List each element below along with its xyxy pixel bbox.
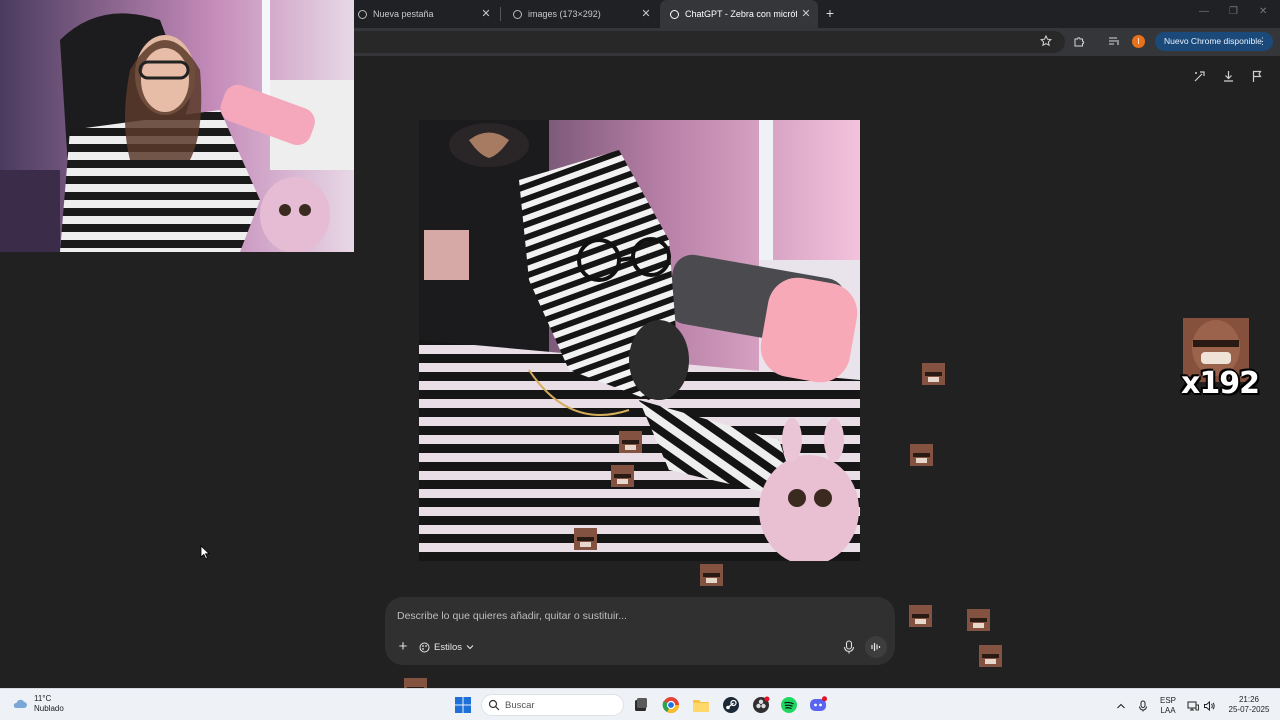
clock-date: 25-07-2025 [1228,704,1270,714]
download-icon[interactable] [1221,70,1235,84]
windows-taskbar: 11°C Nublado Buscar ESP LAA 21:26 25-07-… [0,688,1280,720]
spotify-icon[interactable] [780,696,798,714]
cloud-icon [13,699,27,708]
clock-time: 21:26 [1238,695,1260,704]
zebra-illustration [419,120,860,561]
extensions-icon[interactable] [1072,35,1086,49]
tab-label: ChatGPT - Zebra con micrófono [685,9,797,19]
emote-count-text: x192 [1181,366,1260,401]
globe-icon [513,9,522,19]
add-attachment-button[interactable]: + [395,639,411,655]
meme-emote [619,431,642,453]
flag-icon[interactable] [1250,70,1264,84]
microphone-icon[interactable] [842,639,856,655]
search-placeholder: Buscar [505,700,535,711]
meme-emote [611,465,634,487]
address-bar[interactable] [340,31,1065,53]
meme-emote [909,605,932,627]
screen: Nueva pestaña ✕ images (173×292) ✕ ChatG… [0,0,1280,720]
more-vert-icon[interactable]: ⋮ [1258,32,1267,51]
tab-images[interactable]: images (173×292) ✕ [503,0,658,28]
close-icon[interactable]: ✕ [800,8,812,20]
taskbar-search[interactable]: Buscar [481,694,624,716]
language-indicator[interactable]: ESP LAA [1158,696,1178,715]
chrome-update-button[interactable]: Nuevo Chrome disponible ⋮ [1155,32,1273,51]
media-control-icon[interactable] [1107,35,1121,49]
tab-chatgpt[interactable]: ChatGPT - Zebra con micrófono ✕ [660,0,818,28]
chevron-down-icon [466,645,474,650]
generated-image[interactable] [419,120,860,561]
weather-widget[interactable]: 11°C Nublado [12,694,64,714]
network-icon[interactable] [1187,699,1199,711]
webcam-overlay [0,0,354,252]
volume-icon[interactable] [1203,699,1215,712]
steam-icon[interactable] [722,696,740,714]
chatgpt-icon [670,9,679,19]
waveform-icon [871,643,881,651]
meme-emote [910,444,933,466]
obs-icon[interactable] [752,696,770,714]
minimize-icon[interactable]: — [1199,6,1209,17]
chevron-up-icon[interactable] [1115,699,1127,711]
language-line1: ESP [1159,696,1176,705]
file-explorer-icon[interactable] [692,696,710,714]
close-window-icon[interactable]: ✕ [1259,6,1267,17]
meme-emote [574,528,597,550]
select-area-icon[interactable] [1192,70,1206,84]
meme-emote [979,645,1002,667]
star-icon[interactable] [1039,34,1053,49]
prompt-composer: + Estilos [385,597,895,665]
prompt-input[interactable] [397,607,857,625]
chrome-icon [358,9,367,19]
emote-counter: x192 [1181,318,1260,401]
discord-icon[interactable] [809,696,827,714]
weather-desc: Nublado [34,704,64,713]
tab-new-tab[interactable]: Nueva pestaña ✕ [348,0,498,28]
update-label: Nuevo Chrome disponible [1164,36,1262,46]
clock[interactable]: 21:26 25-07-2025 [1228,695,1270,714]
windows-start-icon[interactable] [454,696,472,714]
maximize-icon[interactable]: ❐ [1229,6,1238,17]
meme-emote [922,363,945,385]
tab-label: Nueva pestaña [373,9,434,19]
close-icon[interactable]: ✕ [480,8,492,20]
meme-emote [967,609,990,631]
chrome-icon[interactable] [662,696,680,714]
styles-button[interactable]: Estilos [419,638,474,656]
tab-separator [500,7,501,21]
meme-emote [700,564,723,586]
webcam-feed [0,0,354,252]
voice-mode-button[interactable] [865,636,887,658]
new-tab-button[interactable]: + [822,5,838,21]
close-icon[interactable]: ✕ [640,8,652,20]
profile-avatar[interactable]: I [1132,35,1145,48]
tab-label: images (173×292) [528,9,601,19]
styles-label: Estilos [434,641,462,653]
language-line2: LAA [1160,705,1176,715]
palette-icon [419,642,430,652]
weather-temp: 11°C [34,694,52,703]
microphone-icon[interactable] [1137,699,1149,712]
task-view-icon[interactable] [632,696,650,714]
mouse-cursor-icon [200,545,210,560]
search-icon [488,699,500,711]
